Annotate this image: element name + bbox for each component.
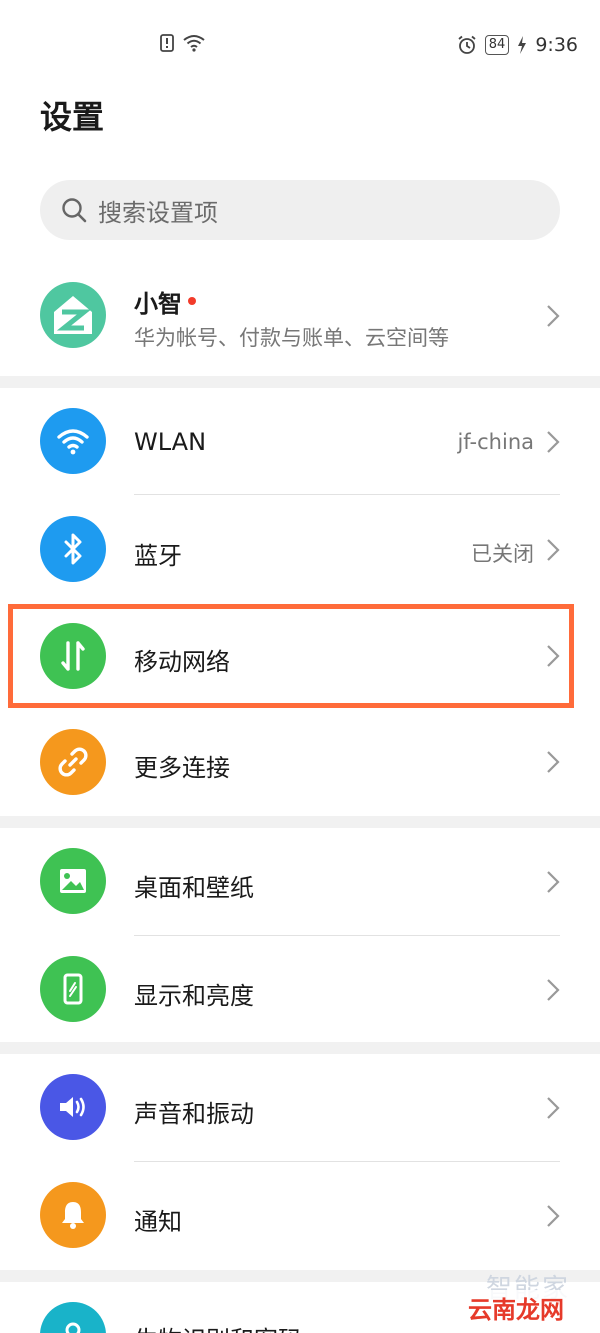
divider: [134, 494, 560, 495]
status-left: [160, 34, 206, 52]
row-label: 桌面和壁纸: [134, 874, 254, 902]
section-gap: [0, 376, 600, 388]
row-label: 生物识别和密码: [134, 1320, 302, 1333]
search-bar[interactable]: 搜索设置项: [40, 180, 560, 240]
row-label: 通知: [134, 1208, 182, 1236]
search-placeholder: 搜索设置项: [98, 198, 218, 227]
chevron-right-icon: [547, 751, 560, 773]
row-label: WLAN: [134, 428, 207, 456]
bluetooth-icon-bg: [40, 516, 106, 582]
wifi-icon-bg: [40, 408, 106, 474]
link-icon: [58, 747, 88, 777]
unread-dot: [188, 297, 196, 305]
alarm-icon: [458, 35, 476, 54]
settings-row-notifications[interactable]: 通知: [0, 1162, 600, 1268]
wifi-status-icon: [183, 35, 205, 52]
profile-subtitle: 华为帐号、付款与账单、云空间等: [134, 326, 449, 350]
section-gap: [0, 1042, 600, 1054]
bell-icon-bg: [40, 1182, 106, 1248]
search-icon: [62, 198, 87, 223]
link-icon-bg: [40, 729, 106, 795]
chevron-right-icon: [547, 871, 560, 893]
section-gap: [0, 816, 600, 828]
settings-row-display[interactable]: 显示和亮度: [0, 936, 600, 1042]
clock: 9:36: [535, 34, 578, 56]
row-label: 声音和振动: [134, 1100, 254, 1128]
chevron-right-icon: [547, 539, 560, 561]
display-icon: [63, 973, 83, 1005]
row-label: 更多连接: [134, 754, 230, 782]
fingerprint-icon-bg: [40, 1302, 106, 1333]
sound-icon: [60, 1097, 85, 1117]
sound-icon-bg: [40, 1074, 106, 1140]
profile-name: 小智: [134, 290, 182, 318]
settings-row-bluetooth[interactable]: 蓝牙 已关闭: [0, 496, 600, 602]
settings-row-more-connections[interactable]: 更多连接: [0, 710, 600, 814]
chevron-right-icon: [547, 1097, 560, 1119]
account-row[interactable]: 小智 华为帐号、付款与账单、云空间等: [0, 262, 600, 374]
settings-row-sound[interactable]: 声音和振动: [0, 1054, 600, 1160]
chevron-right-icon: [547, 1205, 560, 1227]
wallpaper-icon: [60, 869, 86, 893]
display-icon-bg: [40, 956, 106, 1022]
wifi-icon: [57, 429, 89, 455]
avatar-logo-icon: [54, 296, 92, 334]
row-label: 显示和亮度: [134, 982, 254, 1010]
charging-icon: [518, 36, 527, 54]
row-label: 蓝牙: [134, 542, 182, 570]
page-title: 设置: [40, 98, 105, 136]
settings-row-wallpaper[interactable]: 桌面和壁纸: [0, 828, 600, 934]
status-right: 84 9:36: [457, 34, 578, 56]
chevron-right-icon: [547, 431, 560, 453]
wallpaper-icon-bg: [40, 848, 106, 914]
chevron-right-icon: [547, 305, 560, 327]
profile-name-wrap: 小智: [134, 284, 196, 319]
watermark: 云南龙网: [464, 1290, 568, 1325]
avatar: [40, 282, 106, 348]
fingerprint-icon: [65, 1322, 81, 1333]
notification-alert-icon: [160, 34, 174, 52]
chevron-right-icon: [547, 979, 560, 1001]
settings-row-wlan[interactable]: WLAN jf-china: [0, 388, 600, 494]
row-value: 已关闭: [471, 542, 534, 566]
status-bar: 84 9:36: [0, 0, 600, 90]
bell-icon: [62, 1202, 84, 1229]
battery-indicator: 84: [484, 35, 510, 55]
bluetooth-icon: [64, 533, 82, 565]
highlight-frame: [8, 604, 574, 708]
row-value: jf-china: [457, 430, 534, 454]
